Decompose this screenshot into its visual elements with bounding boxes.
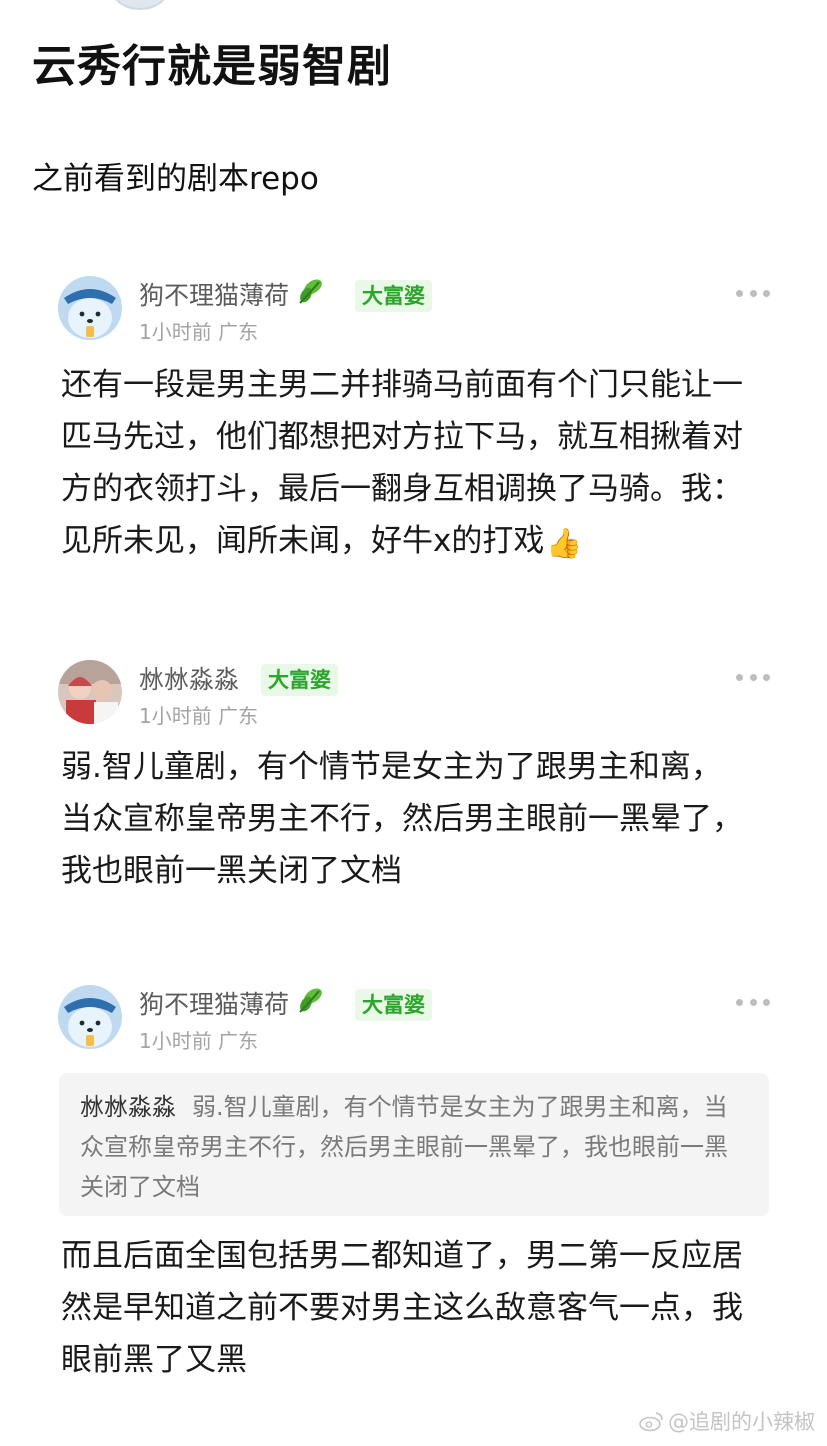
username[interactable]: 狗不理猫薄荷 xyxy=(139,985,325,1021)
blue-mascot-avatar[interactable] xyxy=(58,985,122,1049)
comment-text: 而且后面全国包括男二都知道了，男二第一反应居 然是早知道之前不要对男主这么敌意客… xyxy=(61,1238,743,1378)
watermark-text: @追剧的小辣椒 xyxy=(668,1410,815,1434)
comment-text: 弱.智儿童剧，有个情节是女主为了跟男主和离， 当众宣称皇帝男主不行，然后男主眼前… xyxy=(61,749,743,889)
leaf-icon xyxy=(295,276,325,312)
comment-location: 广东 xyxy=(218,704,259,728)
comment-time: 1小时前 xyxy=(139,320,212,344)
weibo-icon xyxy=(639,1412,663,1432)
username-text[interactable]: 狗不理猫薄荷 xyxy=(139,985,289,1021)
post-title: 云秀行就是弱智剧 xyxy=(32,41,392,92)
more-icon[interactable] xyxy=(736,288,770,298)
more-icon[interactable] xyxy=(736,997,770,1007)
photo-avatar[interactable] xyxy=(58,660,122,724)
comment-meta: 1小时前 广东 xyxy=(139,316,258,345)
partial-avatar xyxy=(112,0,168,10)
user-badge: 大富婆 xyxy=(355,989,432,1021)
comment-time: 1小时前 xyxy=(139,704,212,728)
quoted-comment[interactable]: 沝沝淼淼 弱.智儿童剧，有个情节是女主为了跟男主和离，当众宣称皇帝男主不行，然后男… xyxy=(59,1073,769,1216)
more-icon[interactable] xyxy=(736,672,770,682)
quoted-username[interactable]: 沝沝淼淼 xyxy=(80,1093,176,1121)
comment-meta: 1小时前 广东 xyxy=(139,700,258,729)
comment-location: 广东 xyxy=(218,1029,259,1053)
thumbs-up-icon: 👍 xyxy=(546,525,583,560)
username-text[interactable]: 沝沝淼淼 xyxy=(139,660,239,696)
watermark: @追剧的小辣椒 xyxy=(638,1406,815,1436)
leaf-icon xyxy=(295,985,325,1021)
user-badge: 大富婆 xyxy=(261,664,338,696)
comment-location: 广东 xyxy=(218,320,259,344)
post-intro: 之前看到的剧本repo xyxy=(32,161,319,197)
comment-time: 1小时前 xyxy=(139,1029,212,1053)
quoted-text: 弱.智儿童剧，有个情节是女主为了跟男主和离，当众宣称皇帝男主不行，然后男主眼前一… xyxy=(80,1093,728,1201)
blue-mascot-avatar[interactable] xyxy=(58,276,122,340)
username-text[interactable]: 狗不理猫薄荷 xyxy=(139,276,289,312)
username[interactable]: 沝沝淼淼 xyxy=(139,660,239,696)
user-badge: 大富婆 xyxy=(355,280,432,312)
comment-text: 还有一段是男主男二并排骑马前面有个门只能让一 匹马先过，他们都想把对方拉下马，就… xyxy=(61,359,781,567)
username[interactable]: 狗不理猫薄荷 xyxy=(139,276,325,312)
comment-meta: 1小时前 广东 xyxy=(139,1025,258,1054)
